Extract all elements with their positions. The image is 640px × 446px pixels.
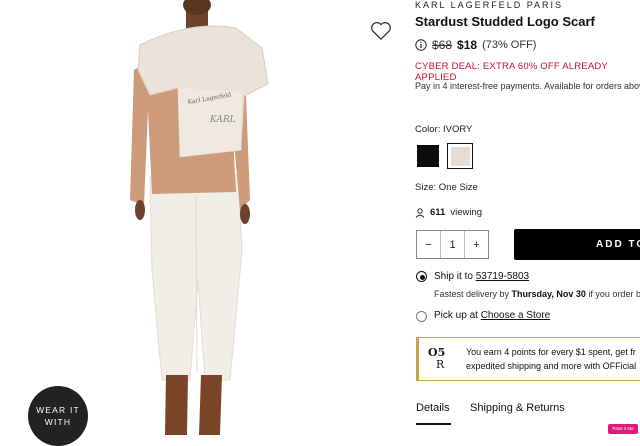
product-title: Stardust Studded Logo Scarf [415,14,595,29]
wear-it-line2: WITH [44,417,72,427]
delivery-suffix: if you order b [588,289,640,299]
pickup-radio[interactable] [416,311,427,322]
active-tab-indicator [416,423,451,425]
wear-it-with-button[interactable]: WEAR IT WITH [28,386,88,446]
add-to-bag-button[interactable]: ADD TO [514,229,640,260]
swatch-ivory-selected[interactable] [447,143,473,169]
swatch-ivory [451,147,470,166]
rewards-line2: expedited shipping and more with OFFicia… [466,361,637,371]
viewing-count: 611 viewing [415,207,482,218]
swatch-black[interactable] [417,145,439,167]
rewards-logo-top: O5 [428,346,446,359]
viewing-number: 611 [430,207,446,218]
color-label-text: Color: [415,124,441,135]
rewards-logo: O5 R [428,347,448,373]
rewards-line1: You earn 4 points for every $1 spent, ge… [466,347,636,357]
ship-it-label: Ship it to [434,271,473,282]
rewards-logo-bottom: R [436,358,445,371]
quantity-stepper: − 1 + [416,230,489,259]
color-label: Color: IVORY [415,124,472,135]
delivery-date: Thursday, Nov 30 [511,289,586,299]
heart-icon[interactable] [370,21,392,41]
size-value: One Size [438,182,478,193]
wear-it-line1: WEAR IT [36,405,80,415]
tab-shipping-returns[interactable]: Shipping & Returns [470,402,565,414]
size-label: Size: One Size [415,182,478,193]
quantity-input[interactable]: 1 [440,231,465,258]
installments-text: Pay in 4 interest-free payments. Availab… [415,81,640,91]
rewards-text: You earn 4 points for every $1 spent, ge… [466,345,636,373]
scarf-print-logo: KARL [209,115,236,125]
original-price: $68 [432,38,453,52]
deal-banner: CYBER DEAL: EXTRA 60% OFF ALREADY APPLIE… [415,61,608,83]
zip-code-link[interactable]: 53719-5803 [476,271,529,282]
ship-it-option: Ship it to 53719-5803 [434,271,529,282]
help-badge[interactable]: Paint it Me [608,424,638,434]
delivery-estimate: Fastest delivery by Thursday, Nov 30 if … [434,289,640,299]
size-label-text: Size: [415,182,437,193]
add-to-bag-label: ADD TO [596,239,640,250]
quantity-minus-button[interactable]: − [417,231,440,258]
brand-name[interactable]: KARL LAGERFELD PARIS [415,0,563,10]
pickup-option: Pick up at Choose a Store [434,310,550,321]
tab-details[interactable]: Details [416,402,450,414]
ship-it-radio[interactable] [416,271,427,282]
color-value: IVORY [442,124,473,135]
sale-price: $18 [457,38,478,52]
product-image: Karl Lagerfeld KARL [130,0,269,435]
quantity-plus-button[interactable]: + [465,231,488,258]
price-row: $68 $18 (73% OFF) [415,38,536,52]
person-icon [415,207,425,218]
info-icon[interactable] [415,39,427,51]
pickup-label: Pick up at [434,310,478,321]
discount-percent: (73% OFF) [482,39,537,51]
viewing-suffix: viewing [450,207,483,218]
choose-store-link[interactable]: Choose a Store [481,310,551,321]
delivery-prefix: Fastest delivery by [434,289,510,299]
